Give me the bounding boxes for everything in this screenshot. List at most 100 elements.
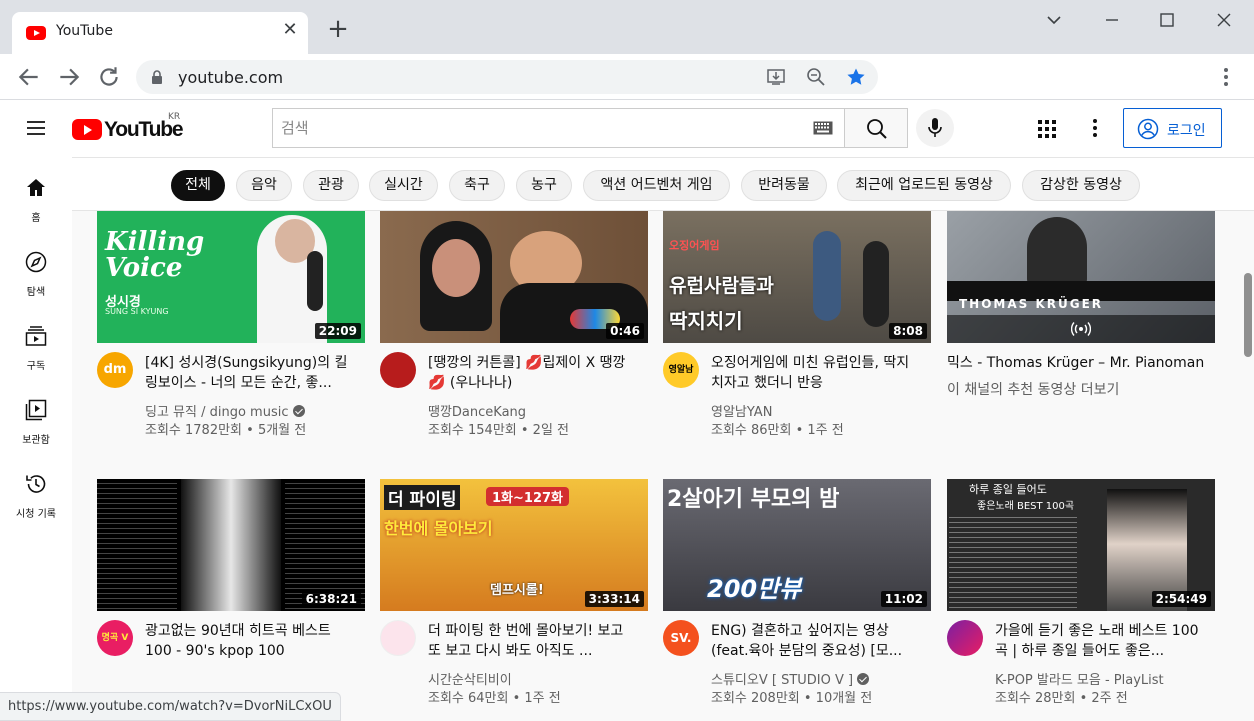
chip-all[interactable]: 전체 [171,170,225,201]
scrollbar-thumb[interactable] [1244,273,1252,357]
library-icon [25,399,47,421]
bookmark-star-icon[interactable] [846,67,866,87]
guide-menu-icon[interactable] [24,117,50,139]
channel-name-text[interactable]: 스튜디오V [ STUDIO V ] [711,673,853,688]
guide-item-home[interactable]: 홈 [0,177,72,249]
guide-item-subscriptions[interactable]: 구독 [0,325,72,397]
guide-item-history[interactable]: 시청 기록 [0,473,72,545]
video-thumbnail[interactable]: Killing Voice 성시경 SUNG SI KYUNG 22:09 [97,211,365,343]
chip-pets[interactable]: 반려동물 [741,170,827,201]
search-button[interactable] [844,108,908,148]
keyboard-icon[interactable] [813,121,833,135]
guide-item-label: 홈 [31,213,41,224]
video-thumbnail[interactable]: 2살아기 부모의 밤 200만뷰 11:02 [663,479,931,611]
lock-icon[interactable] [150,70,164,84]
video-title[interactable]: [땡깡의 커튼콜] 💋립제이 X 땡깡💋 (우나나나) [428,353,638,393]
tracklist-left [97,479,177,611]
channel-avatar[interactable]: SV. [663,620,699,656]
video-metadata: 조회수 64만회 • 1주 전 [428,691,561,706]
channel-name[interactable]: 딩고 뮤직 / dingo music [145,401,305,420]
back-icon[interactable] [16,64,42,90]
video-thumbnail[interactable]: 6:38:21 [97,479,365,611]
video-thumbnail[interactable]: 하루 종일 들어도 좋은노래 BEST 100곡 2:54:49 [947,479,1215,611]
forward-icon[interactable] [56,64,82,90]
search-input[interactable] [273,109,793,147]
guide-item-library[interactable]: 보관함 [0,399,72,471]
history-icon [26,475,46,493]
channel-avatar[interactable]: 명곡 V [97,620,133,656]
search-box [272,108,846,148]
chip-soccer[interactable]: 축구 [449,170,505,201]
guide-item-explore[interactable]: 탐색 [0,251,72,323]
thumbnail-text: 더 파이팅 [384,485,461,510]
install-app-icon[interactable] [766,67,786,87]
video-title[interactable]: 광고없는 90년대 히트곡 베스트 100 - 90's kpop 100 co… [145,621,355,661]
video-metadata: 조회수 208만회 • 10개월 전 [711,691,873,706]
chip-watched[interactable]: 감상한 동영상 [1022,170,1140,201]
video-title[interactable]: [4K] 성시경(Sungsikyung)의 킬링보이스 - 너의 모든 순간,… [145,353,355,393]
chip-tourism[interactable]: 관광 [303,170,359,201]
close-tab-icon[interactable]: ✕ [280,20,300,40]
browser-tab[interactable]: YouTube ✕ [12,12,308,54]
category-chip-bar: 전체 음악 관광 실시간 축구 농구 액션 어드벤처 게임 반려동물 최근에 업… [72,157,1254,211]
channel-avatar[interactable]: 영알남 [663,352,699,388]
voice-search-button[interactable] [916,109,954,147]
video-thumbnail[interactable]: 0:46 [380,211,648,343]
maximize-icon[interactable] [1155,8,1179,32]
reload-icon[interactable] [96,64,122,90]
duration-badge: 6:38:21 [301,591,361,607]
thumbnail-caption: 뎀프시롤! [490,583,544,598]
thumbnail-text: THOMAS KRÜGER [959,297,1104,311]
guide-sidebar: 홈 탐색 구독 보관함 시청 기록 [0,157,72,721]
channel-name[interactable]: 영알남YAN [711,401,772,420]
youtube-favicon-icon [26,26,46,40]
person-figure [181,479,281,611]
channel-avatar[interactable] [380,620,416,656]
thumbnail-text: 하루 종일 들어도 [969,483,1047,496]
link-status-bar: https://www.youtube.com/watch?v=DvorNiLC… [0,692,341,721]
url-text[interactable]: youtube.com [178,68,283,87]
mix-subtitle[interactable]: 이 채널의 추천 동영상 더보기 [947,379,1119,399]
chip-live[interactable]: 실시간 [369,170,438,201]
channel-name[interactable]: 땡깡DanceKang [428,401,526,420]
chip-action-adventure-games[interactable]: 액션 어드벤처 게임 [583,170,730,201]
page-scrollbar[interactable] [1242,211,1254,721]
duration-badge: 3:33:14 [584,591,644,607]
thumbnail-subtitle: 한번에 몰아보기 [384,519,493,538]
browser-toolbar: youtube.com [0,54,1254,100]
video-title[interactable]: 더 파이팅 한 번에 몰아보기! 보고 또 보고 다시 봐도 아직도 ... [428,621,638,661]
video-thumbnail[interactable]: THOMAS KRÜGER [947,211,1215,343]
chip-recently-uploaded[interactable]: 최근에 업로드된 동영상 [837,170,1011,201]
video-title[interactable]: 오징어게임에 미친 유럽인들, 딱지치자고 했더니 반응 [711,353,921,393]
channel-name[interactable]: 시간순삭티비이 [428,669,512,688]
chip-music[interactable]: 음악 [236,170,292,201]
settings-more-icon[interactable] [1087,118,1103,138]
video-title[interactable]: 믹스 - Thomas Krüger – Mr. Pianoman [947,353,1207,373]
address-bar[interactable]: youtube.com [136,60,878,94]
channel-avatar[interactable] [380,352,416,388]
channel-avatar[interactable]: dm [97,352,133,388]
video-metadata: 조회수 1782만회 • 5개월 전 [145,423,307,438]
new-tab-icon[interactable]: + [324,16,352,44]
video-thumbnail[interactable]: 오징어게임 유럽사람들과 딱지치기 8:08 [663,211,931,343]
video-thumbnail[interactable]: 더 파이팅 1화~127화 한번에 몰아보기 뎀프시롤! 3:33:14 [380,479,648,611]
youtube-logo[interactable]: YouTube KR [72,112,192,141]
channel-name[interactable]: K-POP 발라드 모음 - PlayList [995,669,1164,688]
chip-basketball[interactable]: 농구 [516,170,572,201]
browser-menu-icon[interactable] [1216,66,1236,88]
country-code: KR [168,112,181,122]
channel-avatar[interactable] [947,620,983,656]
thumbnail-subtitle: 좋은노래 BEST 100곡 [977,501,1075,512]
apps-grid-icon[interactable] [1038,120,1056,138]
zoom-icon[interactable] [806,67,826,87]
sign-in-button[interactable]: 로그인 [1123,108,1222,148]
video-title[interactable]: ENG) 결혼하고 싶어지는 영상 (feat.육아 분담의 중요성) [모..… [711,621,921,661]
close-window-icon[interactable] [1212,8,1236,32]
minimize-icon[interactable] [1100,8,1124,32]
video-metadata: 조회수 154만회 • 2일 전 [428,423,570,438]
channel-name-text[interactable]: 딩고 뮤직 / dingo music [145,405,289,420]
tab-search-icon[interactable] [1042,8,1066,32]
home-icon [27,179,45,196]
video-title[interactable]: 가을에 듣기 좋은 노래 베스트 100곡 | 하루 종일 들어도 좋은... [995,621,1205,661]
channel-name[interactable]: 스튜디오V [ STUDIO V ] [711,669,870,688]
